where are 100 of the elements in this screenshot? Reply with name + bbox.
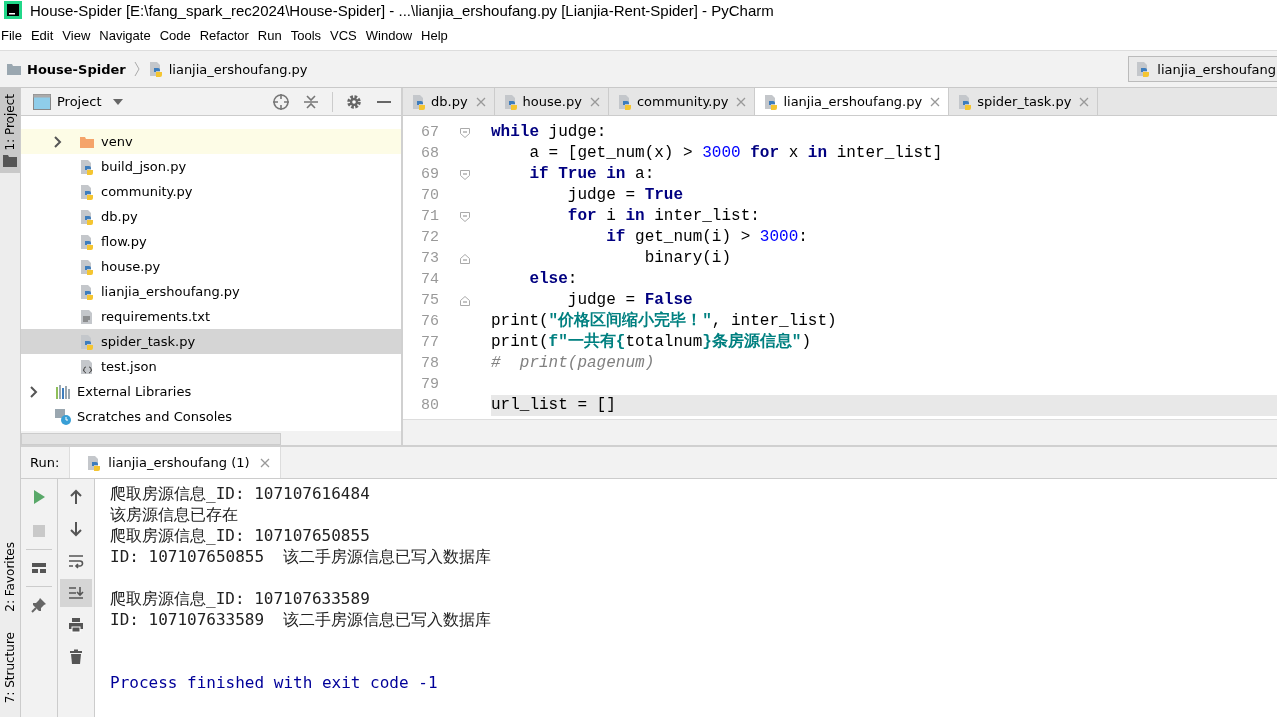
python-file-icon xyxy=(502,93,519,110)
fold-marker-icon[interactable] xyxy=(460,253,470,264)
tree-item[interactable]: db.py xyxy=(21,204,401,229)
python-file-icon xyxy=(86,454,103,471)
tool-window-tab[interactable]: 7: Structure xyxy=(0,625,20,709)
tool-window-tab[interactable]: 1: Project xyxy=(0,88,20,173)
code-line: print(f"一共有{totalnum}条房源信息") xyxy=(491,332,812,353)
fold-marker-icon[interactable] xyxy=(460,295,470,306)
breadcrumb[interactable]: lianjia_ershoufang.py xyxy=(147,61,308,77)
menu-item[interactable]: File xyxy=(0,27,30,43)
close-icon[interactable] xyxy=(589,96,600,107)
down-arrow-icon[interactable] xyxy=(68,521,84,537)
horizontal-scrollbar[interactable] xyxy=(21,431,401,445)
python-file-icon xyxy=(79,333,95,350)
run-tab[interactable]: lianjia_ershoufang (1) xyxy=(69,447,281,478)
line-number: 80 xyxy=(420,397,439,414)
menu-item[interactable]: Edit xyxy=(29,27,62,43)
line-number: 75 xyxy=(420,292,439,309)
close-icon[interactable] xyxy=(475,96,486,107)
code-line: judge = False xyxy=(567,290,693,311)
code-line: else: xyxy=(529,269,578,290)
tree-item[interactable]: requirements.txt xyxy=(21,304,401,329)
soft-wrap-icon[interactable] xyxy=(68,553,84,569)
dropdown-caret-icon[interactable] xyxy=(113,98,124,105)
tree-item[interactable]: test.json xyxy=(21,354,401,379)
menu-item[interactable]: Tools xyxy=(289,27,330,43)
tree-item[interactable]: house.py xyxy=(21,254,401,279)
line-number: 77 xyxy=(420,334,439,351)
python-file-icon xyxy=(411,93,427,110)
editor-tab[interactable]: db.py xyxy=(403,88,495,115)
menu-item[interactable]: Navigate xyxy=(98,27,159,43)
scroll-to-end-icon[interactable] xyxy=(68,585,84,601)
python-file-icon xyxy=(79,208,95,225)
breadcrumb[interactable]: House-Spider xyxy=(6,61,126,77)
python-file-icon xyxy=(763,93,780,110)
line-number: 70 xyxy=(420,187,439,204)
code-line: judge = True xyxy=(567,185,684,206)
delete-icon[interactable] xyxy=(68,649,84,665)
tree-item[interactable]: Scratches and Consoles xyxy=(21,404,401,429)
fold-marker-icon[interactable] xyxy=(460,211,470,222)
code-line: a = [get_num(x) > 3000 for x in inter_list] xyxy=(529,143,943,164)
tree-item[interactable]: venv xyxy=(21,129,401,154)
layout-icon[interactable] xyxy=(31,560,47,576)
close-icon[interactable] xyxy=(1079,96,1090,107)
code-line: for i in inter_list: xyxy=(567,206,760,227)
menu-item[interactable]: VCS xyxy=(329,27,365,43)
line-number: 76 xyxy=(420,313,439,330)
folder-icon xyxy=(3,154,17,167)
tree-item[interactable]: spider_task.py xyxy=(21,329,401,354)
print-icon[interactable] xyxy=(68,617,84,633)
window-icon xyxy=(33,93,51,110)
folder-icon xyxy=(6,61,22,77)
text-file-icon xyxy=(79,308,95,325)
run-icon[interactable] xyxy=(31,489,47,505)
line-number: 78 xyxy=(420,355,439,372)
tool-window-tab[interactable]: 2: Favorites xyxy=(0,535,20,618)
up-arrow-icon[interactable] xyxy=(68,489,84,505)
editor-tab[interactable]: lianjia_ershoufang.py xyxy=(755,88,950,115)
console-line: ID: 107107633589 该二手房源信息已写入数据库 xyxy=(110,609,493,630)
console-line: 该房源信息已存在 xyxy=(110,504,239,525)
close-icon[interactable] xyxy=(930,96,941,107)
tree-item[interactable]: community.py xyxy=(21,179,401,204)
pin-icon[interactable] xyxy=(31,597,47,613)
editor-tab[interactable]: spider_task.py xyxy=(949,88,1099,115)
code-line: # print(pagenum) xyxy=(491,353,655,374)
python-file-icon xyxy=(147,61,164,77)
line-number: 79 xyxy=(420,376,439,393)
line-number: 73 xyxy=(420,250,439,267)
tree-item[interactable]: External Libraries xyxy=(21,379,401,404)
menu-item[interactable]: Run xyxy=(256,27,290,43)
panel-title[interactable]: Project xyxy=(57,94,102,109)
code-line: print("价格区间缩小完毕！", inter_list) xyxy=(491,311,837,332)
line-number: 69 xyxy=(420,166,439,183)
run-configuration[interactable]: lianjia_ershoufang xyxy=(1128,56,1277,82)
python-file-icon xyxy=(957,93,974,110)
collapse-icon[interactable] xyxy=(302,92,320,111)
code-line: if get_num(i) > 3000: xyxy=(606,227,808,248)
menu-item[interactable]: View xyxy=(61,27,99,43)
line-number: 72 xyxy=(420,229,439,246)
menu-item[interactable]: Window xyxy=(364,27,421,43)
libraries-icon xyxy=(55,383,71,400)
tree-item[interactable]: flow.py xyxy=(21,229,401,254)
fold-marker-icon[interactable] xyxy=(460,127,470,138)
line-number: 74 xyxy=(420,271,439,288)
console-line: 爬取房源信息_ID: 107107650855 xyxy=(110,525,371,546)
close-icon[interactable] xyxy=(259,457,270,468)
horizontal-scrollbar[interactable] xyxy=(403,419,1277,445)
editor-tab[interactable]: house.py xyxy=(494,88,609,115)
python-file-icon xyxy=(79,258,95,275)
tree-item[interactable]: lianjia_ershoufang.py xyxy=(21,279,401,304)
menu-item[interactable]: Refactor xyxy=(198,27,257,43)
menu-item[interactable]: Help xyxy=(420,27,456,43)
tree-item[interactable]: build_json.py xyxy=(21,154,401,179)
menu-item[interactable]: Code xyxy=(158,27,199,43)
console-line: Process finished with exit code -1 xyxy=(110,672,439,693)
console-line: 爬取房源信息_ID: 107107616484 xyxy=(110,483,371,504)
locate-icon[interactable] xyxy=(272,92,290,111)
settings-icon[interactable] xyxy=(345,92,363,111)
fold-marker-icon[interactable] xyxy=(460,169,470,180)
close-icon[interactable] xyxy=(736,96,747,107)
